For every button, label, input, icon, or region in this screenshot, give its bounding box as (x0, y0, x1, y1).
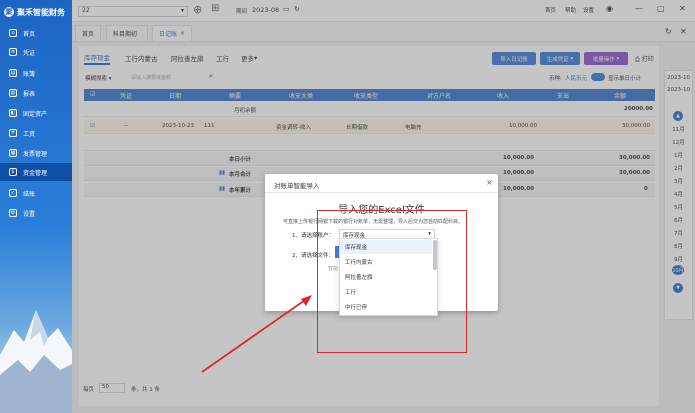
sidebar-item-report[interactable]: ▥ 报表 (0, 84, 72, 102)
close-icon: ✓ (9, 189, 17, 197)
sidebar-item-asset[interactable]: ◧ 固定资产 (0, 104, 72, 122)
sidebar-item-invoice[interactable]: ▦ 发票管理 (0, 144, 72, 162)
sidebar-item-fund[interactable]: $ 资金管理 (0, 163, 72, 181)
home-icon: ⌂ (9, 29, 17, 37)
highlight-box (317, 210, 467, 353)
invoice-icon: ▦ (9, 149, 17, 157)
sidebar-item-label: 首页 (23, 30, 36, 38)
sidebar-item-label: 发票管理 (23, 150, 48, 158)
salary-icon: ¥ (9, 129, 17, 137)
sidebar-item-label: 设置 (23, 210, 36, 218)
dialog-close-icon[interactable]: × (486, 178, 493, 187)
sidebar-item-home[interactable]: ⌂ 首页 (0, 24, 72, 42)
sidebar-item-settings[interactable]: ⚙ 设置 (0, 204, 72, 222)
sidebar-item-label: 账簿 (23, 70, 36, 78)
report-icon: ▥ (9, 89, 17, 97)
sidebar-item-close[interactable]: ✓ 结账 (0, 184, 72, 202)
dialog-title: 对账单智能导入 (274, 182, 320, 190)
sidebar-item-label: 凭证 (23, 49, 36, 57)
app-logo: 聚聚禾智能财务 (4, 5, 70, 19)
sidebar: 聚聚禾智能财务 ⌂ 首页 ≡ 凭证 ▤ 账簿 ▥ 报表 ◧ 固定资产 ¥ 工资 ▦ 发票管理 … (0, 0, 72, 413)
app-logo-text: 聚禾智能财务 (17, 7, 65, 17)
sidebar-item-label: 结账 (23, 190, 36, 198)
sidebar-item-salary[interactable]: ¥ 工资 (0, 124, 72, 142)
sidebar-item-label: 工资 (23, 130, 36, 138)
sidebar-item-voucher[interactable]: ≡ 凭证 (0, 43, 72, 61)
logo-mark-icon: 聚 (4, 7, 14, 17)
sidebar-item-label: 资金管理 (23, 169, 48, 177)
mountain-illustration (0, 310, 72, 413)
gear-icon: ⚙ (9, 209, 17, 217)
asset-icon: ◧ (9, 109, 17, 117)
sidebar-item-ledger[interactable]: ▤ 账簿 (0, 64, 72, 82)
annotation-arrow-icon (201, 295, 312, 373)
fund-icon: $ (9, 168, 17, 176)
ledger-icon: ▤ (9, 69, 17, 77)
sidebar-item-label: 报表 (23, 90, 36, 98)
sidebar-item-label: 固定资产 (23, 110, 48, 118)
dialog-divider (265, 192, 498, 193)
voucher-icon: ≡ (9, 48, 17, 56)
